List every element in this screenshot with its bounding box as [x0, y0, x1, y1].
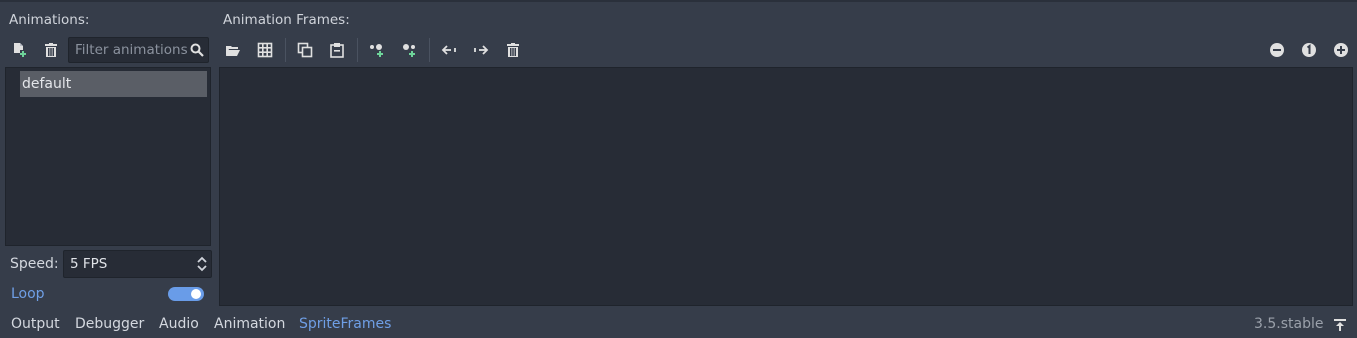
loop-label: Loop: [11, 286, 45, 302]
toolbar-separator: [429, 38, 430, 62]
speed-label: Speed:: [10, 256, 59, 272]
insert-after-button[interactable]: [395, 36, 423, 64]
grid-icon: [257, 42, 273, 58]
filter-animations-input[interactable]: [69, 38, 191, 62]
toolbar-separator: [357, 38, 358, 62]
new-animation-button[interactable]: [5, 36, 33, 64]
paste-icon: [330, 43, 344, 58]
tab-output[interactable]: Output: [11, 316, 60, 332]
filter-animations-field[interactable]: [68, 37, 209, 63]
spin-arrows-icon[interactable]: [196, 256, 208, 272]
animations-title: Animations:: [9, 12, 90, 28]
move-right-button[interactable]: [467, 36, 495, 64]
toggle-knob: [191, 289, 201, 299]
insert-before-button[interactable]: [363, 36, 391, 64]
zoom-out-icon: [1270, 43, 1284, 57]
zoom-in-button[interactable]: [1327, 36, 1355, 64]
expand-up-icon: [1334, 319, 1346, 331]
animations-panel: Animations: default Speed:: [0, 0, 214, 310]
zoom-reset-button[interactable]: [1295, 36, 1323, 64]
search-icon: [190, 43, 204, 57]
speed-spinbox[interactable]: [63, 250, 212, 278]
open-folder-icon: [226, 46, 240, 56]
speed-input[interactable]: [64, 251, 195, 277]
toolbar-separator: [285, 38, 286, 62]
new-animation-icon: [14, 43, 26, 57]
version-label: 3.5.stable: [1254, 316, 1324, 332]
expand-panel-button[interactable]: [1329, 314, 1351, 336]
bottom-panel-bar: Output Debugger Audio Animation SpriteFr…: [0, 310, 1357, 338]
copy-icon: [297, 42, 313, 58]
tab-audio[interactable]: Audio: [159, 316, 199, 332]
zoom-out-button[interactable]: [1263, 36, 1291, 64]
delete-icon: [507, 43, 519, 57]
loop-toggle[interactable]: [168, 287, 204, 301]
list-item[interactable]: default: [20, 71, 207, 97]
insert-after-icon: [403, 44, 415, 57]
load-frames-button[interactable]: [219, 36, 247, 64]
load-spritesheet-button[interactable]: [251, 36, 279, 64]
zoom-reset-icon: [1302, 43, 1316, 57]
copy-button[interactable]: [291, 36, 319, 64]
animation-list: default: [5, 67, 211, 246]
tab-spriteframes[interactable]: SpriteFrames: [299, 316, 391, 332]
paste-button[interactable]: [323, 36, 351, 64]
animation-frames-title: Animation Frames:: [223, 12, 350, 28]
tab-animation[interactable]: Animation: [214, 316, 285, 332]
tab-debugger[interactable]: Debugger: [75, 316, 144, 332]
move-left-icon: [441, 45, 456, 55]
remove-animation-button[interactable]: [37, 36, 65, 64]
move-left-button[interactable]: [435, 36, 463, 64]
zoom-in-icon: [1334, 43, 1348, 57]
move-right-icon: [474, 45, 489, 55]
trash-icon: [45, 43, 57, 57]
delete-frame-button[interactable]: [499, 36, 527, 64]
frames-area[interactable]: [219, 67, 1353, 306]
insert-before-icon: [370, 44, 383, 57]
